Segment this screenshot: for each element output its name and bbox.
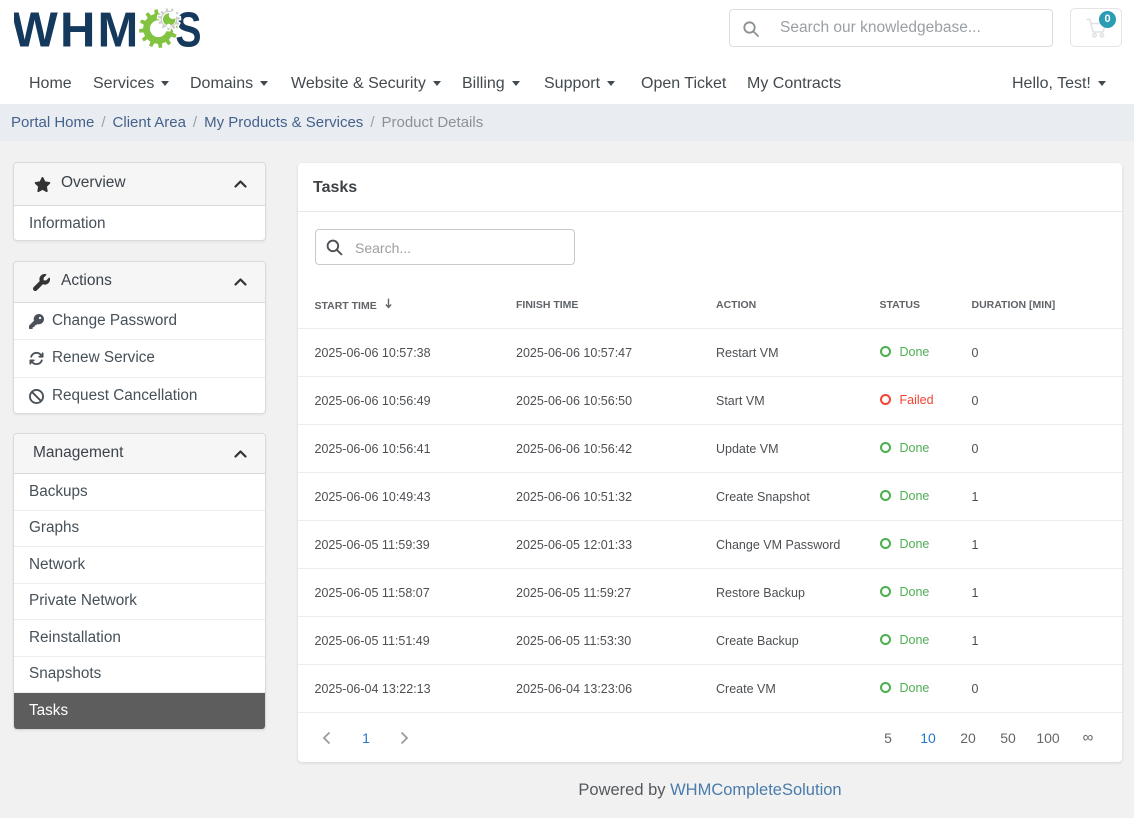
svg-text:WHM: WHM — [14, 6, 141, 58]
